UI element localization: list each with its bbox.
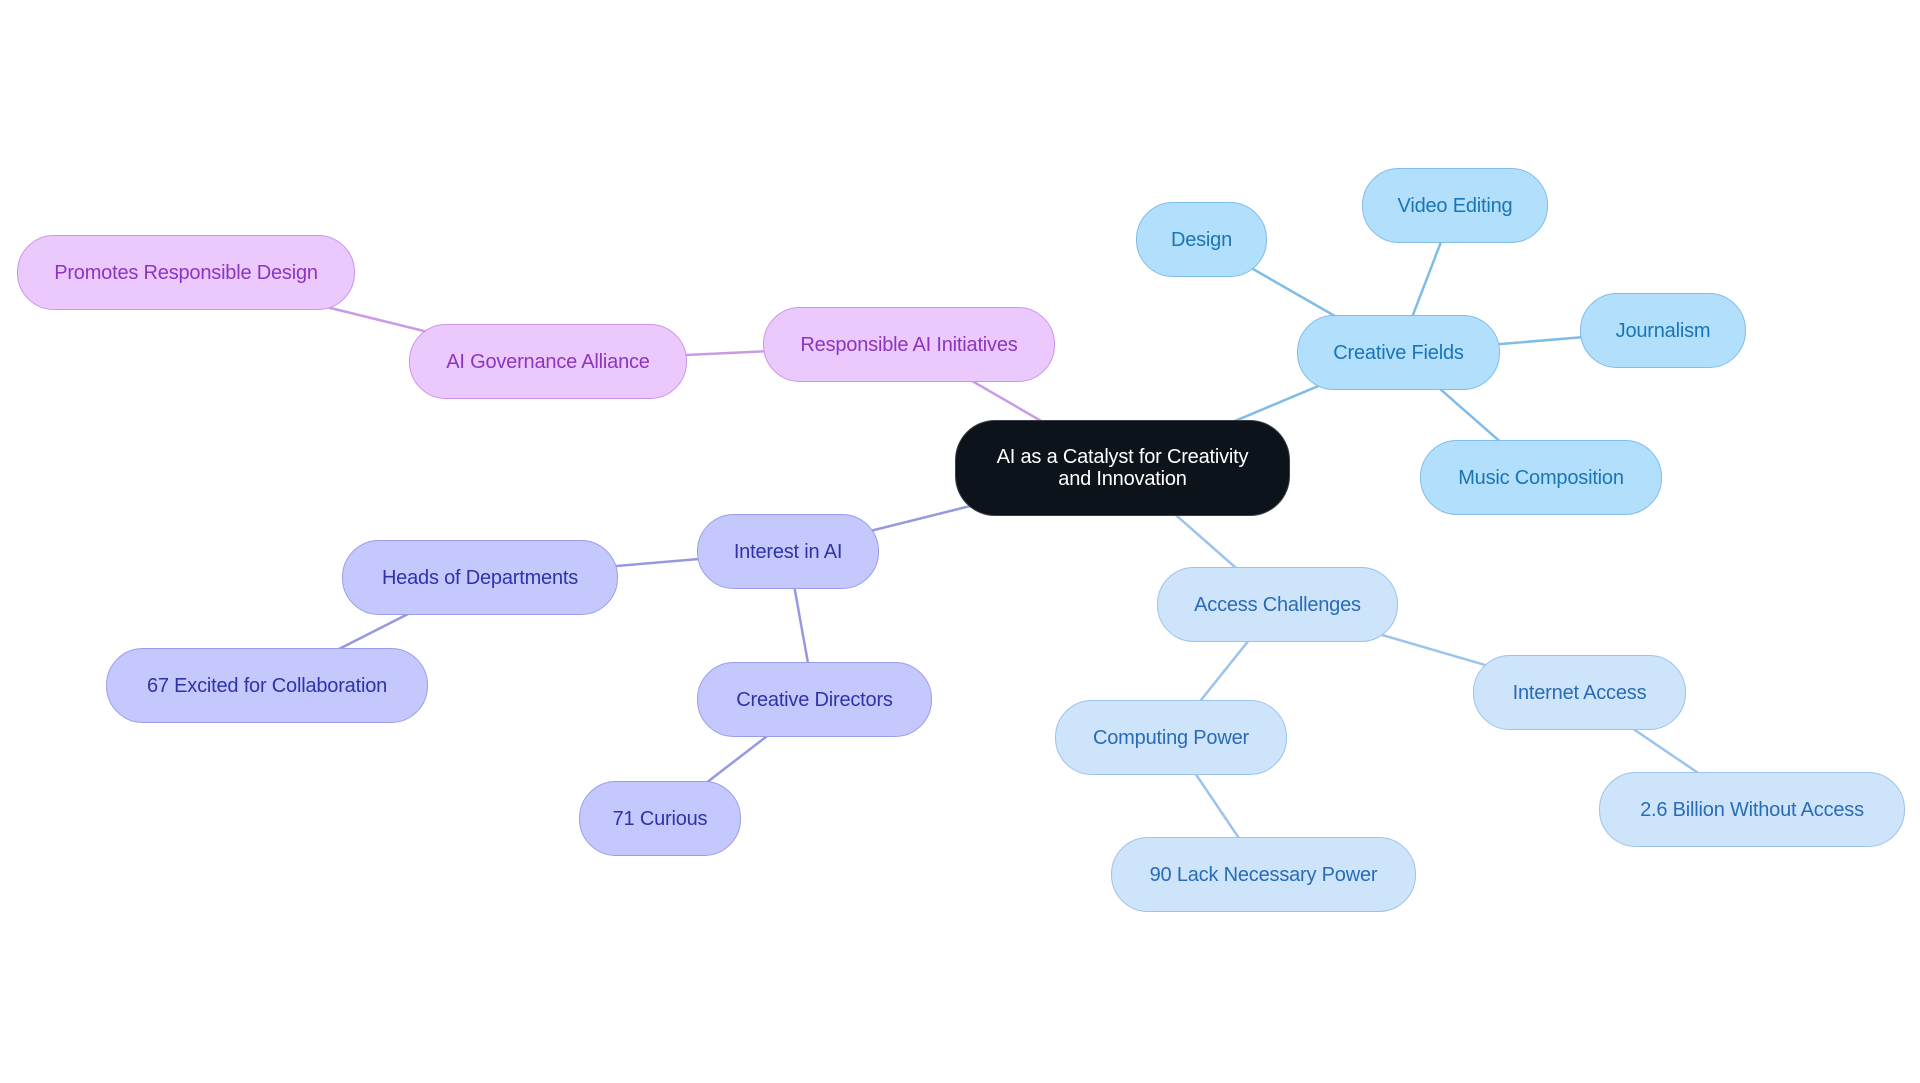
node-interest-in-ai[interactable]: Interest in AI [697, 514, 879, 589]
node-label: 90 Lack Necessary Power [1149, 863, 1378, 886]
node-journalism[interactable]: Journalism [1580, 293, 1746, 368]
node-label: Music Composition [1458, 466, 1624, 489]
node-label: Interest in AI [733, 540, 843, 563]
node-heads-of-departments[interactable]: Heads of Departments [342, 540, 618, 615]
root-node[interactable]: AI as a Catalyst for Creativity and Inno… [955, 420, 1290, 516]
node-2-6-billion-without-access[interactable]: 2.6 Billion Without Access [1599, 772, 1905, 847]
root-node-label: AI as a Catalyst for Creativity and Inno… [996, 446, 1249, 490]
node-67-excited-for-collaboration[interactable]: 67 Excited for Collaboration [106, 648, 428, 723]
node-responsible-ai-initiatives[interactable]: Responsible AI Initiatives [763, 307, 1055, 382]
node-label: Computing Power [1093, 726, 1249, 749]
node-access-challenges[interactable]: Access Challenges [1157, 567, 1398, 642]
node-creative-directors[interactable]: Creative Directors [697, 662, 932, 737]
node-label: Access Challenges [1194, 593, 1361, 616]
node-label: Video Editing [1397, 194, 1513, 217]
connector-layer [185, 205, 1753, 876]
node-label: AI Governance Alliance [446, 350, 650, 373]
node-music-composition[interactable]: Music Composition [1420, 440, 1662, 515]
node-label: Design [1170, 228, 1233, 251]
node-label: 2.6 Billion Without Access [1640, 798, 1864, 821]
node-label: Responsible AI Initiatives [800, 333, 1018, 356]
node-label: 67 Excited for Collaboration [146, 674, 388, 697]
node-creative-fields[interactable]: Creative Fields [1297, 315, 1500, 390]
node-label: Journalism [1615, 319, 1711, 342]
node-label: Heads of Departments [381, 566, 579, 589]
node-computing-power[interactable]: Computing Power [1055, 700, 1287, 775]
mind-map-canvas: AI as a Catalyst for Creativity and Inno… [0, 0, 1920, 1083]
node-label: Creative Fields [1333, 341, 1464, 364]
node-label: Internet Access [1512, 681, 1647, 704]
node-video-editing[interactable]: Video Editing [1362, 168, 1548, 243]
node-label: Promotes Responsible Design [54, 261, 318, 284]
node-promotes-responsible-design[interactable]: Promotes Responsible Design [17, 235, 355, 310]
node-90-lack-necessary-power[interactable]: 90 Lack Necessary Power [1111, 837, 1416, 912]
node-design[interactable]: Design [1136, 202, 1267, 277]
node-internet-access[interactable]: Internet Access [1473, 655, 1686, 730]
node-71-curious[interactable]: 71 Curious [579, 781, 741, 856]
node-label: Creative Directors [736, 688, 893, 711]
node-label: 71 Curious [612, 807, 708, 830]
node-ai-governance-alliance[interactable]: AI Governance Alliance [409, 324, 687, 399]
